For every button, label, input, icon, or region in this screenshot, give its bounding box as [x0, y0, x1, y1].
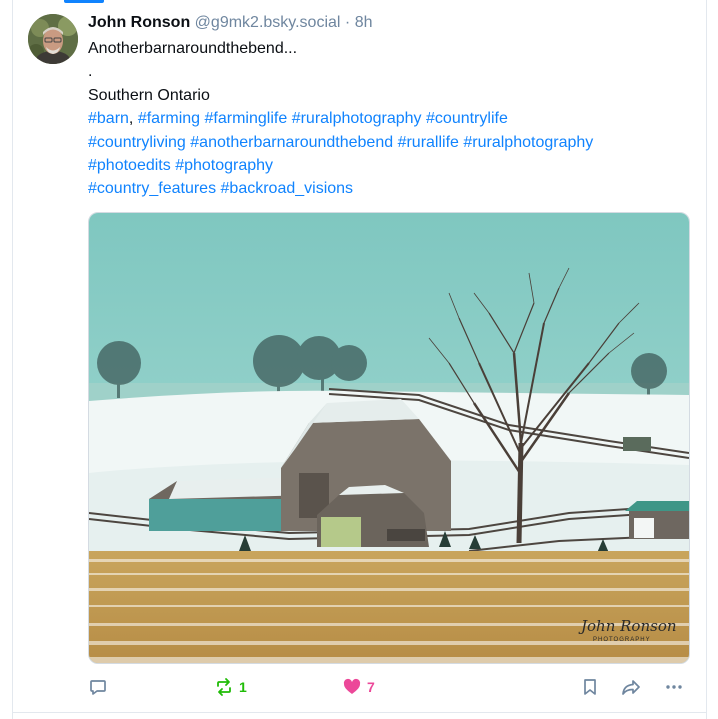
- hashtag-link[interactable]: #ruralphotography: [463, 134, 593, 151]
- post-text: Anotherbarnaroundthebend... . Southern O…: [88, 37, 692, 201]
- hashtag-line: #barn, #farming #farminglife #ruralphoto…: [88, 107, 692, 130]
- feed-border-right: [706, 0, 707, 719]
- post-image[interactable]: John Ronson PHOTOGRAPHY: [88, 212, 690, 664]
- hashtag-link[interactable]: #countrylife: [426, 110, 508, 127]
- post-text-line: .: [88, 63, 93, 81]
- hashtag-link[interactable]: #barn: [88, 110, 129, 127]
- post-text-line: Anotherbarnaroundthebend...: [88, 40, 298, 57]
- hashtag-link[interactable]: #country_features: [88, 180, 216, 197]
- bookmark-icon: [584, 679, 596, 695]
- hashtag-link[interactable]: #farminglife: [205, 110, 288, 127]
- share-arrow-icon: [622, 680, 640, 695]
- hashtag-link[interactable]: #photoedits: [88, 157, 171, 174]
- shed-right: [625, 501, 689, 539]
- small-shed: [623, 437, 651, 451]
- bookmark-button[interactable]: [580, 676, 600, 698]
- feed-border-left: [12, 0, 13, 719]
- active-tab-indicator: [64, 0, 104, 3]
- watermark-sub: PHOTOGRAPHY: [593, 637, 651, 643]
- post-actions: 1 7: [88, 676, 690, 698]
- share-button[interactable]: [620, 676, 642, 698]
- reply-button[interactable]: [88, 676, 108, 698]
- post-text-line: Southern Ontario: [88, 86, 210, 104]
- hashtag-comma: ,: [128, 110, 134, 128]
- author-handle[interactable]: @g9mk2.bsky.social: [195, 14, 341, 31]
- hashtag-line: #country_features #backroad_visions: [88, 177, 692, 200]
- hashtag-link[interactable]: #rurallife: [398, 134, 459, 151]
- more-options-button[interactable]: [664, 676, 684, 698]
- hashtag-link[interactable]: #countryliving: [88, 134, 186, 151]
- hashtag-line: #photoedits #photography: [88, 154, 692, 177]
- pickup-truck: [387, 529, 425, 541]
- repost-button[interactable]: 1: [214, 676, 247, 698]
- author-name[interactable]: John Ronson: [88, 14, 190, 31]
- avatar[interactable]: [28, 14, 78, 64]
- watermark-signature: John Ronson: [578, 617, 677, 635]
- hashtag-link[interactable]: #ruralphotography: [292, 110, 422, 127]
- like-button[interactable]: 7: [342, 676, 375, 698]
- repost-count: 1: [239, 679, 247, 695]
- ellipsis-icon: [666, 685, 682, 689]
- hashtag-link[interactable]: #farming: [138, 110, 200, 127]
- hashtag-link[interactable]: #anotherbarnaroundthebend: [190, 134, 393, 151]
- hashtag-link[interactable]: #photography: [175, 157, 273, 174]
- post-timestamp[interactable]: 8h: [355, 14, 373, 31]
- post-divider: [12, 712, 707, 713]
- stubble-field: [89, 551, 689, 663]
- like-count: 7: [367, 679, 375, 695]
- heart-icon: [343, 678, 361, 694]
- separator-dot: ·: [344, 14, 351, 31]
- hashtag-link[interactable]: #backroad_visions: [221, 180, 354, 197]
- speech-bubble-icon: [90, 680, 106, 695]
- post-header: John Ronson @g9mk2.bsky.social · 8h: [88, 12, 692, 34]
- hashtag-line: #countryliving #anotherbarnaroundthebend…: [88, 131, 692, 154]
- repost-arrows-icon: [217, 678, 231, 696]
